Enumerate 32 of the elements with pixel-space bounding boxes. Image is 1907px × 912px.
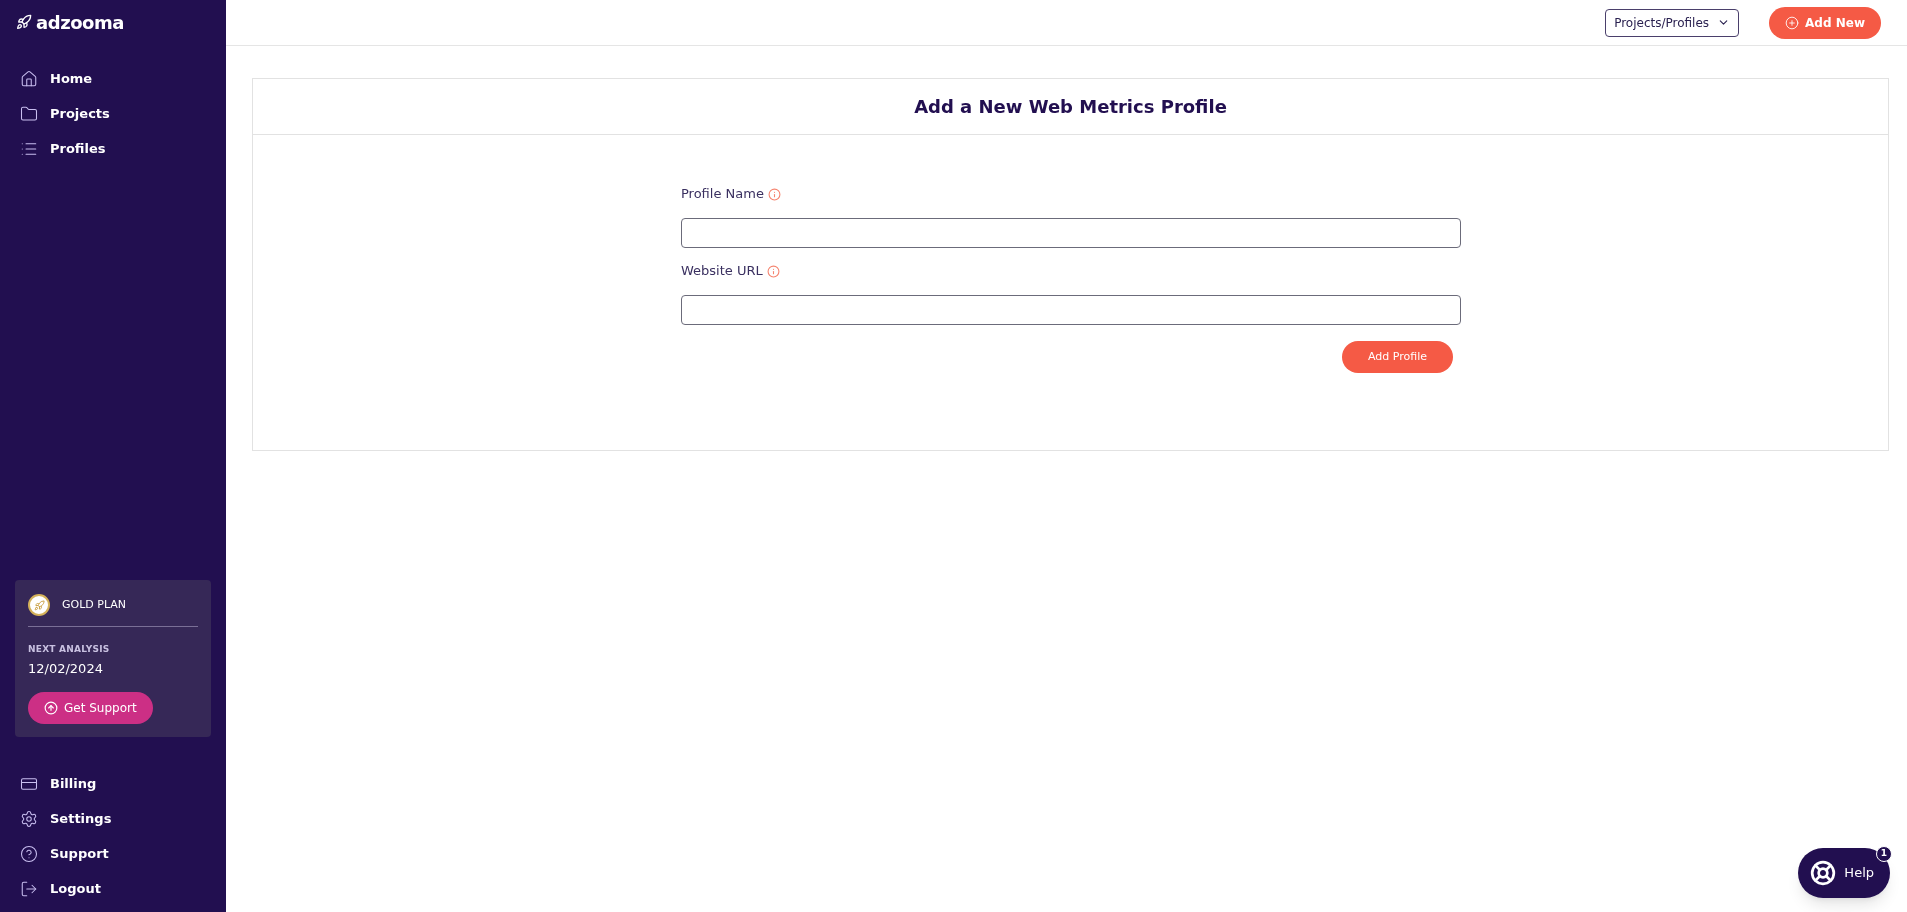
notification-badge: 1 [1876, 846, 1892, 862]
folder-icon [20, 104, 38, 123]
nav-item[interactable]: Profiles [0, 131, 226, 166]
next-analysis-label: NEXT ANALYSIS [28, 643, 111, 656]
get-support-button[interactable]: Get Support [28, 692, 153, 724]
form-title: Add a New Web Metrics Profile [914, 95, 1227, 119]
nav-item[interactable]: Settings [0, 801, 226, 836]
nav-item[interactable]: Billing [0, 766, 226, 801]
info-icon [766, 264, 780, 278]
lifebuoy-icon [1810, 860, 1837, 886]
logout-icon [20, 879, 38, 898]
house-icon [20, 69, 38, 88]
plus-icon [1785, 15, 1800, 30]
rocket-badge-icon [28, 594, 50, 616]
nav-item[interactable]: Support [0, 836, 226, 871]
text-input[interactable] [681, 218, 1461, 248]
field-label: Website URL [681, 262, 763, 281]
help-button[interactable]: Help 1 [1798, 848, 1890, 898]
nav-item[interactable]: Home [0, 61, 226, 96]
projects-profiles-dropdown[interactable]: Projects/Profiles [1605, 8, 1740, 37]
plan-name: GOLD PLAN [62, 596, 127, 613]
arrow-up-icon [44, 701, 58, 715]
help-icon [20, 844, 38, 863]
text-input[interactable] [681, 295, 1461, 325]
field-label: Profile Name [681, 185, 764, 204]
next-analysis-date: 12/02/2024 [28, 659, 104, 678]
info-icon [767, 187, 781, 201]
nav-item[interactable]: Projects [0, 96, 226, 131]
rocket-icon [16, 14, 32, 30]
nav-item[interactable]: Logout [0, 871, 226, 906]
logo-text: adzooma [36, 10, 124, 35]
settings-icon [20, 809, 38, 828]
